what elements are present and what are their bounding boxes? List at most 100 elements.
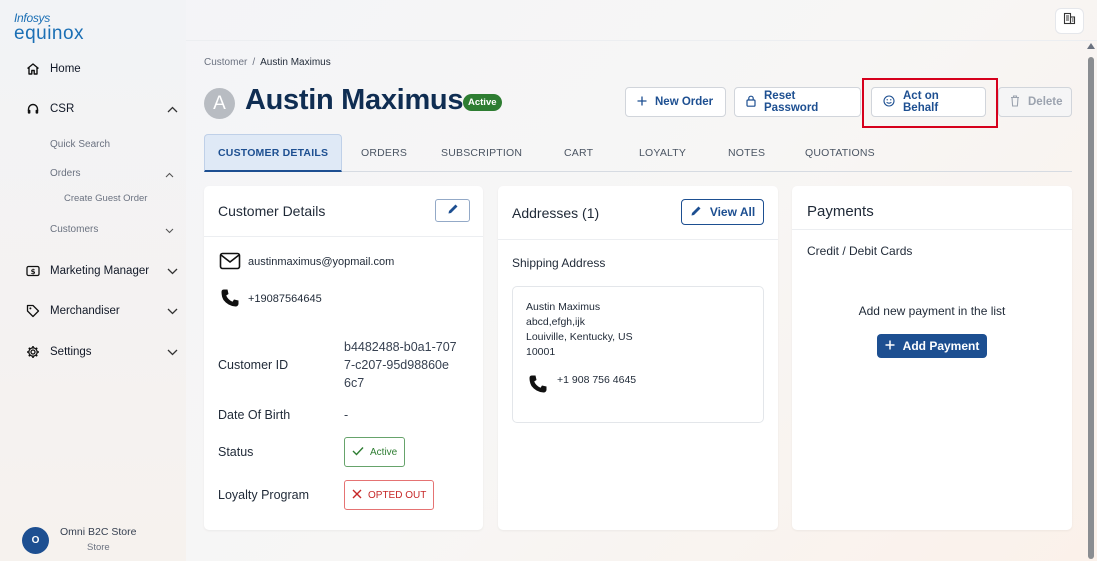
- address-name: Austin Maximus: [526, 301, 601, 313]
- building-icon-button[interactable]: [1055, 8, 1084, 34]
- customer-id-value-line-1: b4482488-b0a1-707: [344, 340, 457, 354]
- tab-quotations[interactable]: QUOTATIONS: [805, 134, 875, 172]
- sidebar-item-label: Marketing Manager: [50, 265, 150, 277]
- sidebar-item-orders[interactable]: Orders: [50, 168, 81, 179]
- plus-icon: [637, 96, 647, 109]
- store-name: Omni B2C Store: [60, 526, 137, 538]
- sidebar-item-label: Settings: [50, 346, 92, 358]
- email-icon: [219, 252, 241, 275]
- loyalty-program-label: Loyalty Program: [218, 488, 310, 502]
- check-icon: [352, 446, 364, 459]
- breadcrumb-current: Austin Maximus: [260, 57, 331, 68]
- delete-label: Delete: [1028, 96, 1063, 108]
- sidebar-item-quick-search[interactable]: Quick Search: [50, 139, 110, 150]
- payments-card: [792, 186, 1072, 530]
- status-chip-label: Active: [370, 446, 398, 458]
- status-badge: Active: [463, 94, 502, 111]
- home-icon: [25, 61, 41, 77]
- infosys-equinox-logo[interactable]: Infosys equinox: [14, 12, 84, 43]
- scroll-up-arrow-icon[interactable]: [1087, 43, 1095, 49]
- new-order-label: New Order: [655, 96, 714, 108]
- address-line-1: abcd,efgh,ijk: [526, 316, 585, 328]
- scrollbar-thumb[interactable]: [1088, 57, 1094, 559]
- trash-icon: [1010, 94, 1020, 110]
- sidebar-item-home[interactable]: Home: [0, 56, 186, 82]
- new-order-button[interactable]: New Order: [625, 87, 726, 117]
- pencil-icon: [690, 205, 702, 220]
- dob-value: -: [344, 408, 349, 422]
- customer-details-title: Customer Details: [218, 203, 326, 219]
- sidebar-item-create-guest-order[interactable]: Create Guest Order: [64, 193, 147, 204]
- store-subtitle: Store: [87, 542, 110, 553]
- payments-empty-text: Add new payment in the list: [858, 304, 1006, 318]
- tab-bar: CUSTOMER DETAILS ORDERS SUBSCRIPTION CAR…: [204, 134, 1072, 172]
- sidebar-item-marketing-manager[interactable]: $ Marketing Manager: [0, 258, 186, 284]
- reset-password-label: Reset Password: [764, 90, 819, 114]
- store-avatar: O: [22, 527, 49, 554]
- customer-id-label: Customer ID: [218, 358, 289, 372]
- building-icon: [1063, 12, 1076, 30]
- payments-title: Payments: [807, 203, 874, 220]
- dollar-bill-icon: $: [25, 263, 41, 279]
- sidebar-item-label: Merchandiser: [50, 305, 120, 317]
- view-all-addresses-button[interactable]: View All: [681, 199, 764, 225]
- store-switcher[interactable]: O Omni B2C Store Store: [0, 516, 186, 561]
- page-title: Austin Maximus: [245, 84, 464, 116]
- status-label: Status: [218, 445, 254, 459]
- address-phone: +1 908 756 4645: [557, 374, 637, 386]
- customer-email: austinmaximus@yopmail.com: [248, 256, 395, 268]
- sidebar-item-label: CSR: [50, 103, 75, 115]
- card-divider: [498, 239, 778, 240]
- tab-loyalty[interactable]: LOYALTY: [639, 134, 686, 172]
- reset-password-button[interactable]: Reset Password: [734, 87, 861, 117]
- loyalty-status-chip: OPTED OUT: [344, 480, 435, 510]
- tab-notes[interactable]: NOTES: [728, 134, 765, 172]
- loyalty-status-label: OPTED OUT: [368, 489, 427, 501]
- chevron-up-icon[interactable]: [166, 103, 178, 115]
- view-all-label: View All: [709, 205, 756, 219]
- breadcrumb-parent-link[interactable]: Customer: [204, 57, 247, 68]
- gear-icon: [25, 344, 41, 360]
- tab-subscription[interactable]: SUBSCRIPTION: [441, 134, 522, 172]
- status-chip: Active: [344, 437, 406, 467]
- header-divider: [186, 40, 1097, 41]
- address-line-2: Louiville, Kentucky, US: [526, 331, 633, 343]
- sidebar-item-csr[interactable]: CSR: [0, 96, 186, 122]
- customer-id-value-line-3: 6c7: [344, 376, 365, 390]
- card-divider: [204, 236, 483, 237]
- phone-icon: [528, 374, 548, 399]
- card-divider: [792, 229, 1072, 230]
- edit-customer-button[interactable]: [435, 199, 470, 222]
- breadcrumb-separator: /: [252, 57, 256, 68]
- sidebar-item-settings[interactable]: Settings: [0, 339, 186, 365]
- headset-icon: [25, 101, 41, 117]
- highlight-box: [862, 78, 998, 128]
- lock-icon: [746, 95, 756, 110]
- chevron-down-icon[interactable]: [164, 226, 174, 236]
- pencil-icon: [447, 202, 459, 220]
- chevron-down-icon[interactable]: [166, 305, 178, 317]
- chevron-down-icon[interactable]: [166, 265, 178, 277]
- close-icon: [352, 489, 362, 502]
- address-zip: 10001: [526, 346, 556, 358]
- add-payment-button[interactable]: Add Payment: [877, 334, 987, 358]
- tab-customer-details[interactable]: CUSTOMER DETAILS: [204, 134, 343, 172]
- addresses-title: Addresses (1): [512, 205, 600, 221]
- chevron-up-icon[interactable]: [164, 170, 174, 180]
- customer-phone: +19087564645: [248, 293, 322, 305]
- credit-debit-cards-label: Credit / Debit Cards: [807, 244, 913, 258]
- tab-cart[interactable]: CART: [564, 134, 593, 172]
- sidebar-item-merchandiser[interactable]: Merchandiser: [0, 298, 186, 324]
- chevron-down-icon[interactable]: [166, 346, 178, 358]
- tab-orders[interactable]: ORDERS: [361, 134, 407, 172]
- phone-icon: [220, 288, 240, 313]
- scrollbar[interactable]: [1085, 41, 1097, 561]
- plus-icon: [885, 339, 895, 353]
- breadcrumb: Customer / Austin Maximus: [204, 57, 331, 68]
- customer-avatar: A: [204, 88, 235, 119]
- dob-label: Date Of Birth: [218, 408, 291, 422]
- sidebar-item-customers[interactable]: Customers: [50, 224, 98, 235]
- svg-text:$: $: [31, 268, 36, 276]
- delete-button[interactable]: Delete: [998, 87, 1072, 117]
- customer-id-value-line-2: 7-c207-95d98860e: [344, 358, 449, 372]
